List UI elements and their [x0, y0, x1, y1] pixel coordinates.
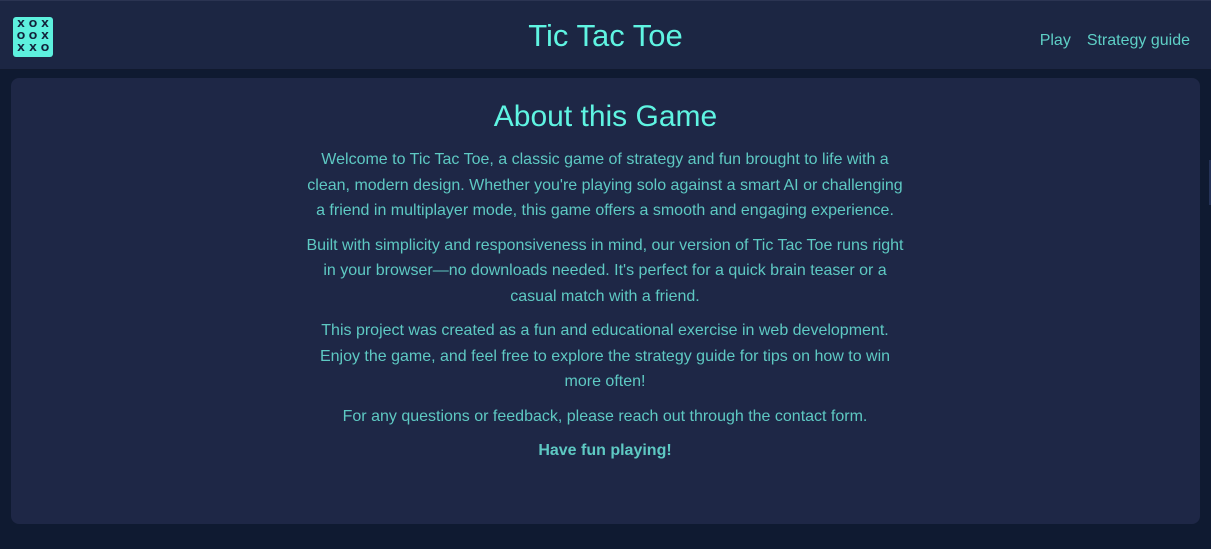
nav-link-strategy-guide[interactable]: Strategy guide	[1087, 31, 1190, 51]
about-paragraph: This project was created as a fun and ed…	[319, 322, 891, 390]
about-paragraph: Welcome to Tic Tac Toe, a classic game o…	[307, 151, 903, 219]
header-bar: X O X O O X X X O Tic Tac Toe Play Strat…	[0, 0, 1211, 70]
main-nav: Play Strategy guide	[1040, 31, 1190, 51]
about-heading: About this Game	[493, 100, 718, 133]
page: X O X O O X X X O Tic Tac Toe Play Strat…	[0, 0, 1211, 549]
about-card: About this Game Welcome to Tic Tac Toe, …	[11, 78, 1200, 524]
nav-link-play[interactable]: Play	[1040, 31, 1071, 51]
about-paragraph: For any questions or feedback, please re…	[342, 407, 868, 425]
closing-text: Have fun playing!	[538, 442, 672, 459]
about-body: Welcome to Tic Tac Toe, a classic game o…	[305, 147, 905, 473]
about-paragraph: Built with simplicity and responsiveness…	[306, 236, 904, 305]
site-title: Tic Tac Toe	[528, 18, 683, 53]
